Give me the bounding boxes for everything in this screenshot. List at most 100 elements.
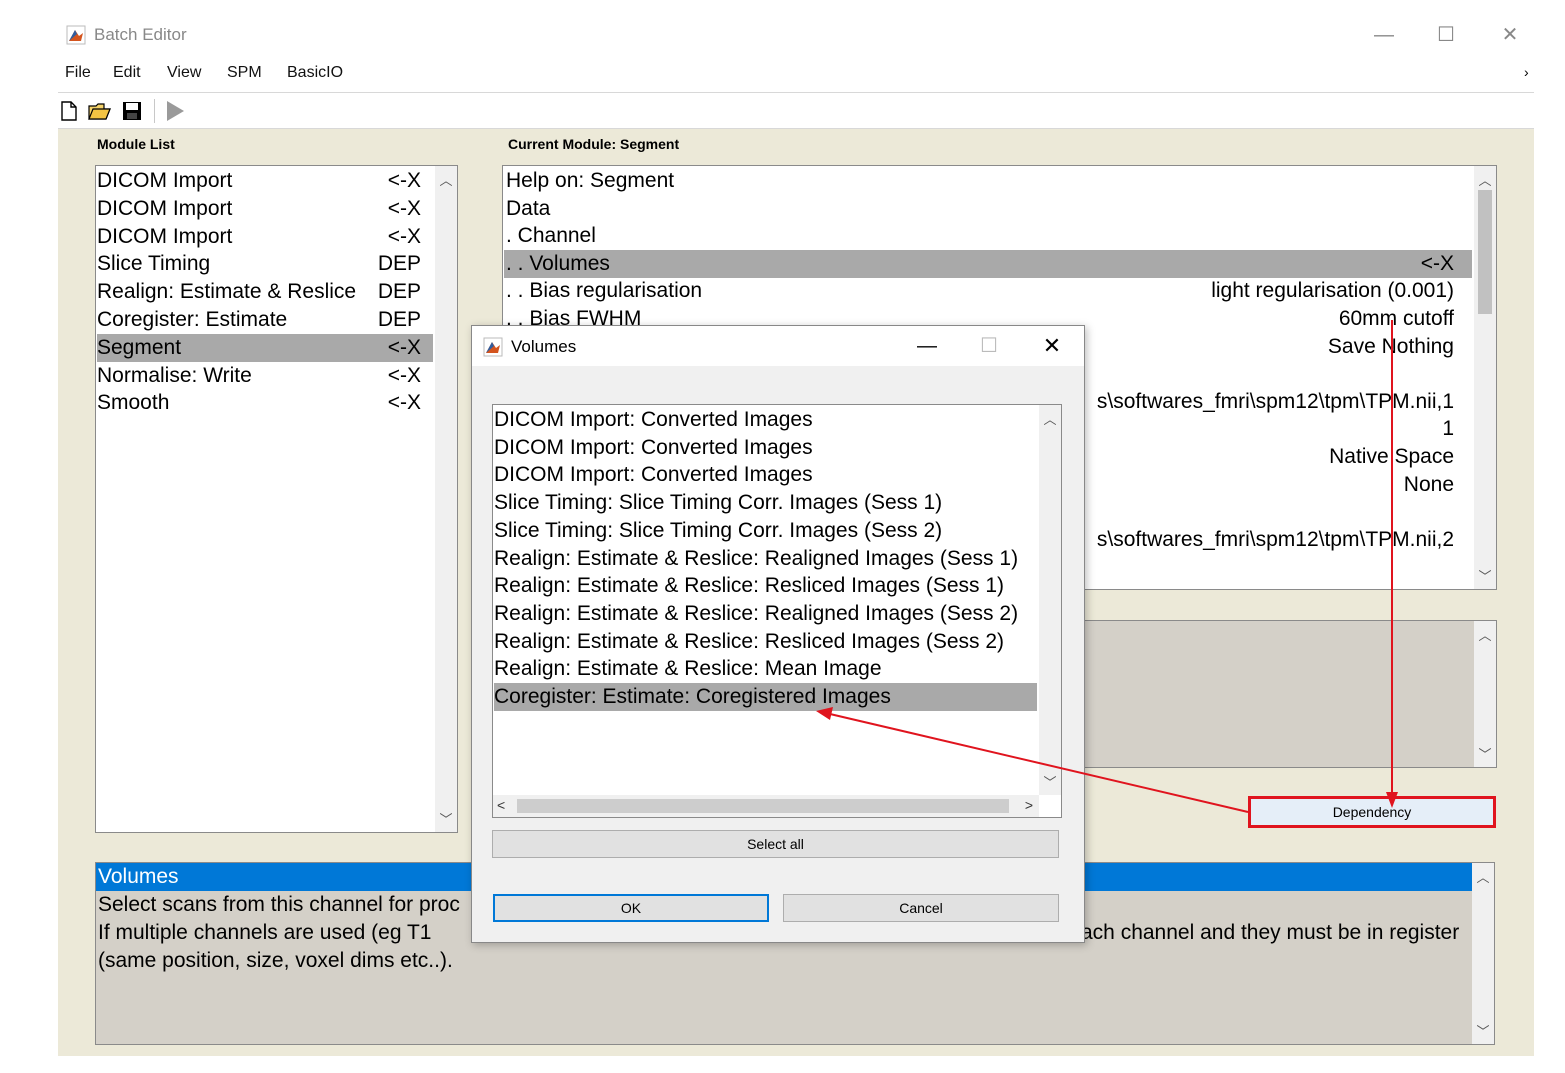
minimize-button[interactable]: — xyxy=(1362,20,1406,50)
scroll-right-icon[interactable]: > xyxy=(1025,797,1033,813)
dialog-maximize-button[interactable]: ☐ xyxy=(969,332,1009,360)
scroll-down-icon[interactable]: ﹀ xyxy=(435,809,457,828)
close-button[interactable]: ✕ xyxy=(1488,20,1532,50)
module-list-item[interactable]: DICOM Import <-X xyxy=(97,167,433,195)
scroll-down-icon[interactable]: ﹀ xyxy=(1472,1021,1494,1040)
module-status: <-X xyxy=(387,169,421,192)
module-list-item[interactable]: DICOM Import <-X xyxy=(97,195,433,223)
scroll-up-icon[interactable]: ︿ xyxy=(1472,867,1494,886)
value-panel-scrollbar[interactable]: ︿ ﹀ xyxy=(1474,621,1496,767)
new-file-icon[interactable] xyxy=(60,101,78,121)
module-status: <-X xyxy=(387,224,421,248)
cancel-button[interactable]: Cancel xyxy=(783,894,1059,922)
scroll-up-icon[interactable]: ︿ xyxy=(1474,625,1496,644)
dependency-list-item[interactable]: DICOM Import: Converted Images xyxy=(494,434,1037,462)
field-value: 60mm cutoff xyxy=(1338,307,1454,330)
field-value: light regularisation (0.001) xyxy=(1211,279,1454,303)
menu-spm[interactable]: SPM xyxy=(227,64,262,82)
menu-divider xyxy=(58,92,1534,93)
dependency-list[interactable]: DICOM Import: Converted Images DICOM Impo… xyxy=(492,404,1062,818)
field-name: . . Bias regularisation xyxy=(506,279,703,303)
help-line-1: Select scans from this channel for proc xyxy=(98,893,460,916)
module-status: DEP xyxy=(377,308,421,331)
module-name: Normalise: Write xyxy=(97,363,252,387)
dependency-button[interactable]: Dependency xyxy=(1248,796,1496,828)
module-status: DEP xyxy=(377,252,421,276)
dependency-list-item[interactable]: Coregister: Estimate: Coregistered Image… xyxy=(494,683,1037,711)
save-icon[interactable] xyxy=(122,101,142,121)
module-field-row[interactable]: . . Volumes <-X xyxy=(504,249,1472,278)
module-list[interactable]: DICOM Import <-X DICOM Import <-X DICOM Impo… xyxy=(95,165,458,833)
dependency-list-item[interactable]: Realign: Estimate & Reslice: Realigned I… xyxy=(494,545,1037,573)
module-status: <-X xyxy=(387,335,421,359)
field-value: <-X xyxy=(1420,251,1454,275)
scroll-down-icon[interactable]: ﹀ xyxy=(1039,772,1061,791)
dependency-list-hscrollbar[interactable]: < > xyxy=(493,795,1039,817)
module-name: Segment xyxy=(97,335,182,359)
scroll-down-icon[interactable]: ﹀ xyxy=(1474,566,1496,585)
module-list-item[interactable]: Smooth <-X xyxy=(97,389,433,417)
current-module-label: Current Module: Segment xyxy=(508,136,680,152)
menu-view[interactable]: View xyxy=(167,64,201,82)
module-name: Realign: Estimate & Reslice xyxy=(97,280,357,304)
value-panel: ︿ ﹀ xyxy=(1083,620,1497,768)
module-list-item[interactable]: Normalise: Write <-X xyxy=(97,362,433,390)
module-status: <-X xyxy=(387,391,421,415)
field-name: Data xyxy=(506,196,551,220)
scroll-up-icon[interactable]: ︿ xyxy=(1474,170,1496,189)
scroll-left-icon[interactable]: < xyxy=(497,797,505,813)
module-field-row[interactable]: Data xyxy=(504,195,1472,223)
menu-basicio[interactable]: BasicIO xyxy=(287,64,343,82)
dialog-title-bar: Volumes — ☐ ✕ xyxy=(472,326,1084,366)
dependency-list-item[interactable]: Slice Timing: Slice Timing Corr. Images … xyxy=(494,489,1037,517)
module-name: DICOM Import xyxy=(97,196,233,220)
scroll-thumb[interactable] xyxy=(517,799,1009,813)
dependency-list-vscrollbar[interactable]: ︿ ﹀ xyxy=(1039,405,1061,795)
module-list-item[interactable]: DICOM Import <-X xyxy=(97,223,433,251)
toolbar xyxy=(58,94,1534,128)
menu-overflow-icon[interactable]: › xyxy=(1524,64,1529,80)
field-name: . . Volumes xyxy=(506,251,610,275)
scroll-up-icon[interactable]: ︿ xyxy=(435,170,457,189)
dependency-list-item[interactable]: Realign: Estimate & Reslice: Mean Image xyxy=(494,655,1037,683)
help-scrollbar[interactable]: ︿ ﹀ xyxy=(1472,863,1494,1044)
module-name: Coregister: Estimate xyxy=(97,308,288,331)
dialog-minimize-button[interactable]: — xyxy=(907,332,947,360)
module-name: Slice Timing xyxy=(97,252,211,276)
module-field-row[interactable]: . Channel xyxy=(504,222,1472,250)
scroll-thumb[interactable] xyxy=(1478,190,1492,314)
module-list-item[interactable]: Realign: Estimate & Reslice DEP xyxy=(97,278,433,306)
module-field-row[interactable]: Help on: Segment xyxy=(504,167,1472,195)
menu-file[interactable]: File xyxy=(65,64,91,82)
scroll-down-icon[interactable]: ﹀ xyxy=(1474,744,1496,763)
ok-button[interactable]: OK xyxy=(493,894,769,922)
help-line-2: If multiple channels are used (eg T1 xyxy=(98,921,432,944)
module-list-item[interactable]: Slice Timing DEP xyxy=(97,250,433,278)
module-list-item[interactable]: Segment <-X xyxy=(97,333,433,362)
module-status: DEP xyxy=(377,280,421,304)
dialog-close-button[interactable]: ✕ xyxy=(1032,332,1072,360)
current-module-scrollbar[interactable]: ︿ ﹀ xyxy=(1474,166,1496,589)
field-value: s\softwares_fmri\spm12\tpm\TPM.nii,1 xyxy=(1096,389,1454,413)
module-list-scrollbar[interactable]: ︿ ﹀ xyxy=(435,166,457,832)
dependency-list-item[interactable]: Realign: Estimate & Reslice: Resliced Im… xyxy=(494,572,1037,600)
dependency-list-item[interactable]: DICOM Import: Converted Images xyxy=(494,406,1037,434)
maximize-button[interactable]: ☐ xyxy=(1424,20,1468,50)
matlab-icon xyxy=(483,337,503,357)
dependency-list-item[interactable]: Realign: Estimate & Reslice: Realigned I… xyxy=(494,600,1037,628)
dependency-list-item[interactable]: DICOM Import: Converted Images xyxy=(494,461,1037,489)
open-folder-icon[interactable] xyxy=(88,101,112,121)
field-value: 1 xyxy=(1442,417,1454,441)
module-list-item[interactable]: Coregister: Estimate DEP xyxy=(97,306,433,334)
module-name: DICOM Import xyxy=(97,224,233,248)
matlab-icon xyxy=(66,25,86,45)
module-list-label: Module List xyxy=(97,136,175,152)
menu-edit[interactable]: Edit xyxy=(113,64,141,82)
module-field-row[interactable]: . . Bias regularisation light regularisat… xyxy=(504,277,1472,305)
dependency-list-item[interactable]: Slice Timing: Slice Timing Corr. Images … xyxy=(494,517,1037,545)
select-all-button[interactable]: Select all xyxy=(492,830,1059,858)
dependency-list-item[interactable]: Realign: Estimate & Reslice: Resliced Im… xyxy=(494,628,1037,656)
field-value: Native Space xyxy=(1329,445,1454,468)
scroll-up-icon[interactable]: ︿ xyxy=(1039,409,1061,428)
run-icon[interactable] xyxy=(164,99,186,123)
